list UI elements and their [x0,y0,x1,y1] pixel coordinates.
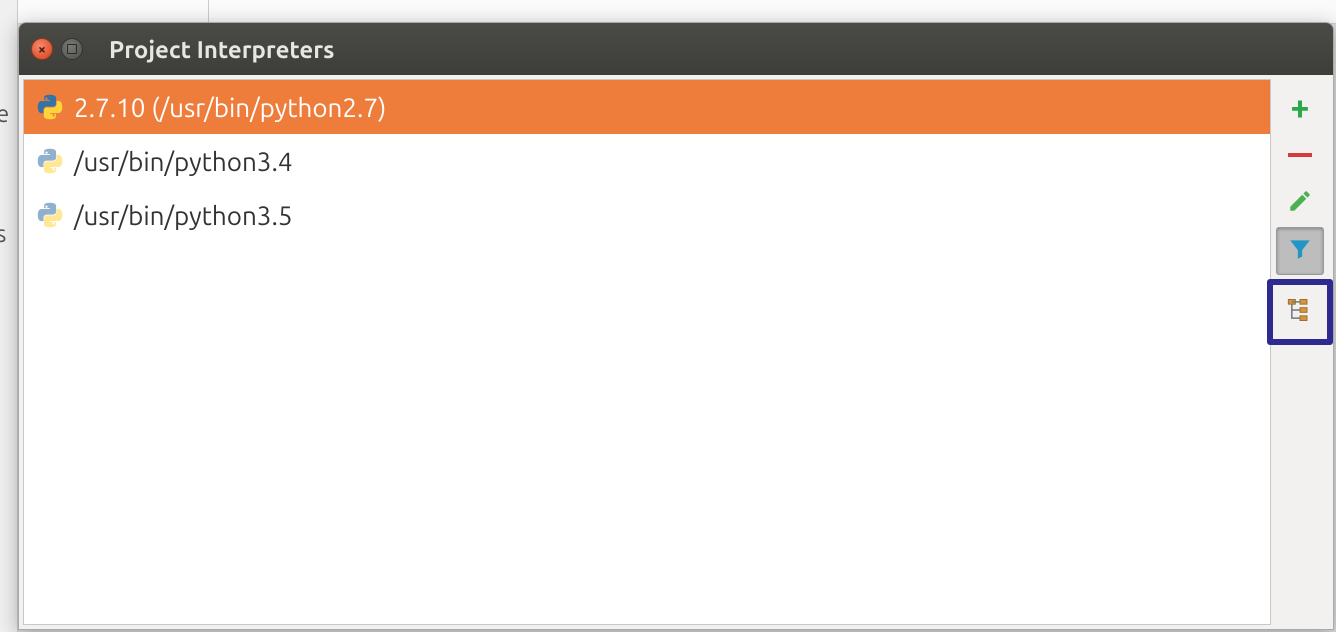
remove-interpreter-button[interactable] [1276,131,1324,179]
interpreter-item[interactable]: /usr/bin/python3.4 [24,134,1270,188]
stub-text: e [0,100,9,127]
interpreter-item[interactable]: /usr/bin/python3.5 [24,188,1270,242]
filter-button[interactable] [1276,227,1324,275]
divider [208,0,209,24]
interpreter-item[interactable]: 2.7.10 (/usr/bin/python2.7) [24,80,1270,134]
python-icon [36,93,64,121]
background-panel-top [18,0,1336,24]
stub-text: s [0,220,6,247]
interpreter-toolbar: + [1271,79,1329,625]
python-icon [36,147,64,175]
interpreter-list[interactable]: 2.7.10 (/usr/bin/python2.7) /usr/bin/pyt… [23,79,1271,625]
window-content: 2.7.10 (/usr/bin/python2.7) /usr/bin/pyt… [19,75,1333,629]
show-paths-button[interactable] [1267,279,1333,345]
window-title: Project Interpreters [109,36,334,63]
funnel-icon [1287,236,1313,266]
background-panel-left: e s [0,0,18,632]
window-minimize-button[interactable] [61,38,83,60]
edit-interpreter-button[interactable] [1276,179,1324,227]
add-interpreter-button[interactable]: + [1276,83,1324,131]
tree-icon [1286,296,1314,328]
python-icon [36,201,64,229]
interpreter-label: /usr/bin/python3.4 [74,147,293,176]
project-interpreters-window: Project Interpreters 2.7.10 (/usr/bin/py… [18,22,1334,630]
pencil-icon [1287,188,1313,218]
interpreter-label: /usr/bin/python3.5 [74,201,293,230]
window-close-button[interactable] [31,38,53,60]
window-titlebar[interactable]: Project Interpreters [19,23,1333,75]
interpreter-label: 2.7.10 (/usr/bin/python2.7) [74,93,386,122]
minus-icon [1288,153,1312,157]
plus-icon: + [1290,90,1309,124]
